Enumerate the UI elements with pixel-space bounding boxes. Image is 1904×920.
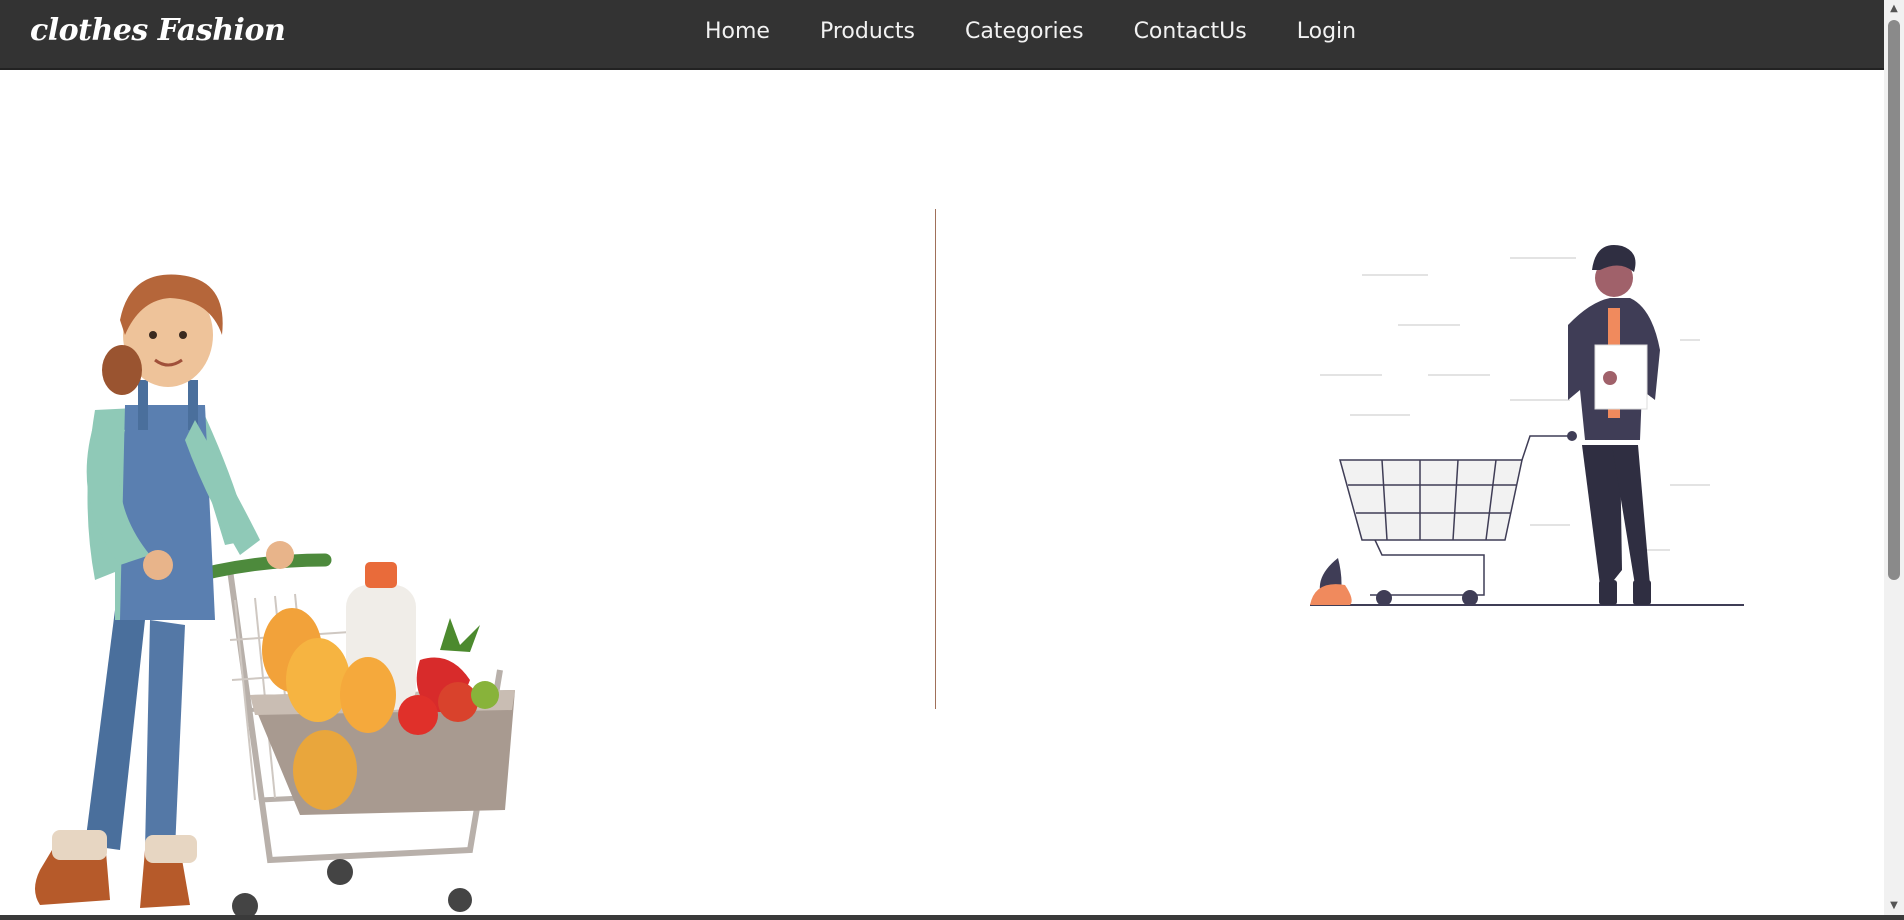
- nav-link-home[interactable]: Home: [705, 19, 770, 44]
- man-shopping-cart-illustration: [1310, 245, 1744, 606]
- main-content: [0, 70, 1884, 915]
- cart-illustration: [1339, 431, 1577, 606]
- nav-link-products[interactable]: Products: [820, 19, 915, 44]
- brand-logo[interactable]: clothes Fashion: [30, 13, 286, 48]
- man-figure: [1568, 245, 1660, 605]
- vertical-scrollbar[interactable]: ▲ ▼: [1884, 0, 1904, 915]
- scroll-up-arrow-icon[interactable]: ▲: [1884, 0, 1904, 18]
- scroll-thumb[interactable]: [1888, 20, 1900, 580]
- scroll-down-arrow-icon[interactable]: ▼: [1884, 897, 1904, 915]
- nav-links: Home Products Categories ContactUs Login: [705, 0, 1406, 62]
- nav-link-contactus[interactable]: ContactUs: [1134, 19, 1247, 44]
- woman-shopping-cart-image: [35, 274, 515, 915]
- vertical-divider: [935, 209, 936, 709]
- bottom-bar: [0, 915, 1904, 920]
- navbar: clothes Fashion Home Products Categories…: [0, 0, 1884, 70]
- nav-link-login[interactable]: Login: [1297, 19, 1356, 44]
- woman-figure: [35, 274, 294, 908]
- nav-link-categories[interactable]: Categories: [965, 19, 1084, 44]
